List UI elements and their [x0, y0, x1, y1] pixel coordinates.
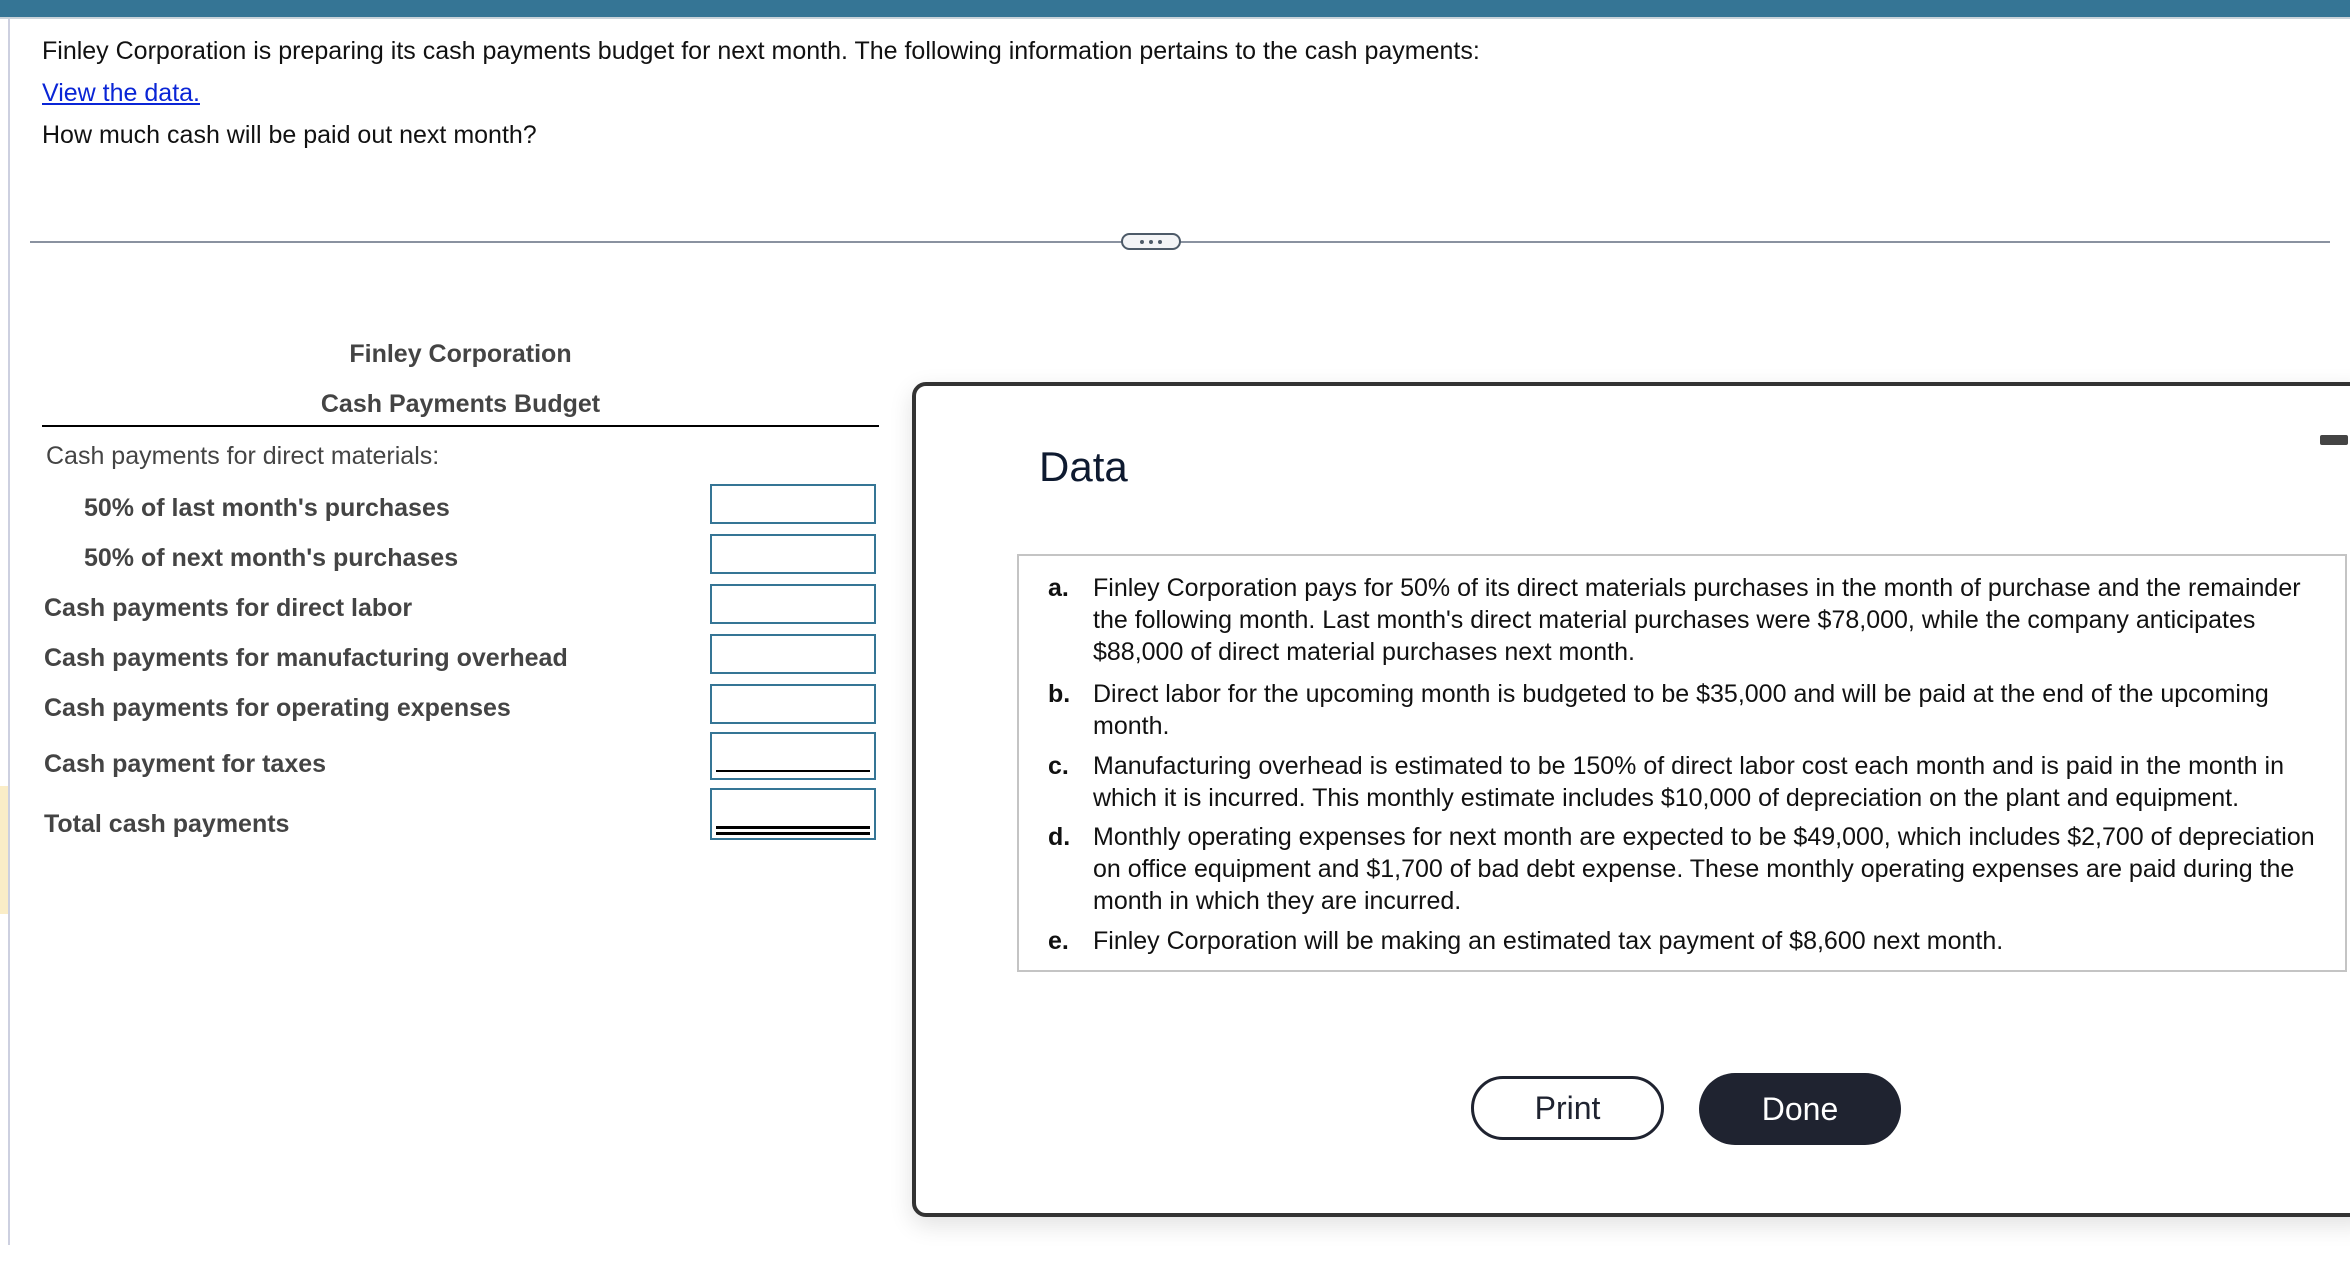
- view-data-link[interactable]: View the data.: [42, 79, 200, 108]
- more-horizontal-icon: [1149, 239, 1153, 244]
- done-button[interactable]: Done: [1699, 1073, 1901, 1145]
- direct-labor-cell: [710, 584, 876, 624]
- total-cash-payments-input[interactable]: [710, 788, 876, 840]
- data-item-text: Monthly operating expenses for next mont…: [1093, 823, 2315, 915]
- data-item-text: Finley Corporation pays for 50% of its d…: [1093, 574, 2301, 666]
- data-item-letter: c.: [1048, 752, 1069, 780]
- more-horizontal-icon: [1158, 239, 1162, 244]
- last-month-purchases-input[interactable]: [710, 484, 876, 524]
- left-border-rule: [8, 19, 10, 1245]
- data-modal: Data a. Finley Corporation pays for 50% …: [912, 382, 2350, 1217]
- minimize-icon[interactable]: [2320, 435, 2348, 445]
- row-label-total-cash-payments: Total cash payments: [44, 810, 290, 838]
- row-label-direct-labor: Cash payments for direct labor: [44, 594, 413, 622]
- row-label-taxes: Cash payment for taxes: [44, 750, 327, 778]
- left-highlight-marker: [0, 786, 8, 914]
- top-header-bar: [0, 0, 2350, 19]
- direct-labor-input[interactable]: [710, 584, 876, 624]
- row-label-next-month-purchases: 50% of next month's purchases: [84, 544, 459, 572]
- data-list-box: a. Finley Corporation pays for 50% of it…: [1017, 554, 2347, 972]
- question-prompt: How much cash will be paid out next mont…: [42, 121, 537, 149]
- row-label-manufacturing-overhead: Cash payments for manufacturing overhead: [44, 644, 568, 672]
- operating-expenses-cell: [710, 684, 876, 724]
- manufacturing-overhead-cell: [710, 634, 876, 674]
- next-month-purchases-cell: [710, 534, 876, 574]
- taxes-input[interactable]: [710, 732, 876, 780]
- direct-materials-section-label: Cash payments for direct materials:: [46, 442, 440, 470]
- row-label-operating-expenses: Cash payments for operating expenses: [44, 694, 511, 722]
- question-intro: Finley Corporation is preparing its cash…: [42, 37, 1480, 65]
- data-item-letter: a.: [1048, 574, 1069, 602]
- data-item-letter: e.: [1048, 927, 1069, 955]
- more-horizontal-icon: [1140, 239, 1144, 244]
- budget-title: Cash Payments Budget: [320, 390, 601, 418]
- modal-title: Data: [1039, 443, 1128, 490]
- total-cash-payments-cell: [710, 788, 876, 840]
- budget-company-name: Finley Corporation: [349, 340, 572, 368]
- data-item-letter: d.: [1048, 823, 1071, 851]
- next-month-purchases-input[interactable]: [710, 534, 876, 574]
- data-item-letter: b.: [1048, 680, 1071, 708]
- expand-more-button[interactable]: [1121, 233, 1181, 250]
- manufacturing-overhead-input[interactable]: [710, 634, 876, 674]
- operating-expenses-input[interactable]: [710, 684, 876, 724]
- print-button[interactable]: Print: [1471, 1076, 1664, 1140]
- data-item-text: Direct labor for the upcoming month is b…: [1093, 680, 2269, 740]
- data-item-text: Finley Corporation will be making an est…: [1093, 927, 2004, 955]
- last-month-purchases-cell: [710, 484, 876, 524]
- budget-header-rule: [42, 425, 879, 427]
- taxes-cell: [710, 732, 876, 780]
- row-label-last-month-purchases: 50% of last month's purchases: [84, 494, 450, 522]
- data-item-text: Manufacturing overhead is estimated to b…: [1093, 752, 2284, 812]
